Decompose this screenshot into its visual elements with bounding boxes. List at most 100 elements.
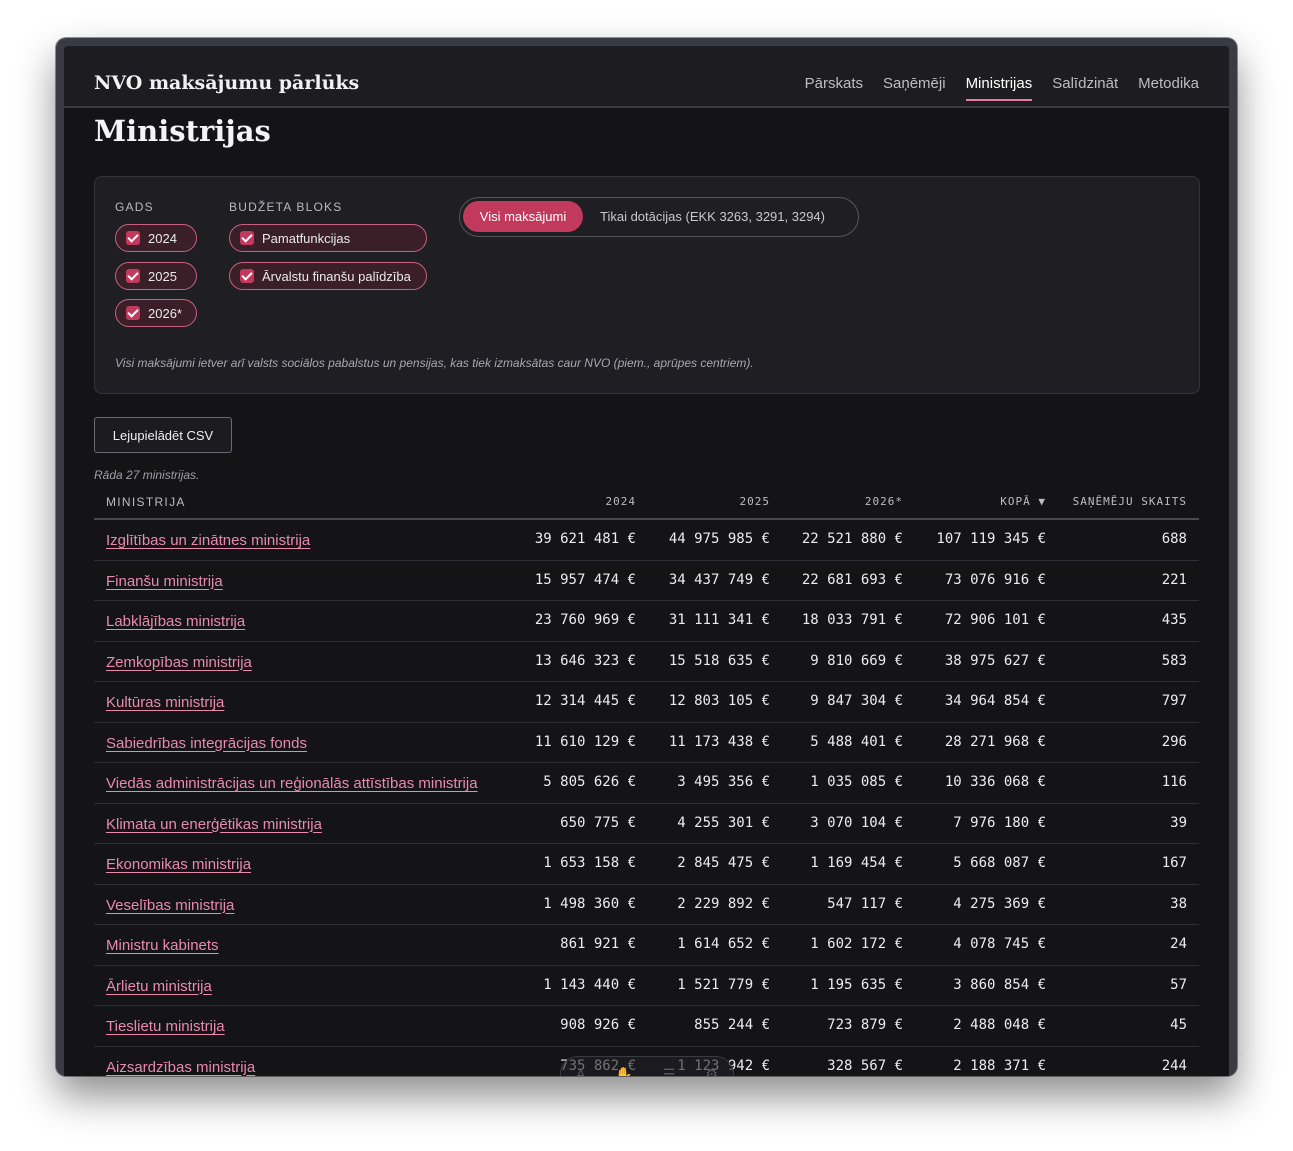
header-2026[interactable]: 2026* [865,495,903,508]
value-2025: 2 845 475 € [677,855,770,871]
brand-title[interactable]: NVO maksājumu pārlūks [94,72,359,94]
table-row: Sabiedrības integrācijas fonds 11 610 129… [94,723,1199,763]
nav-sanemeji[interactable]: Saņēmēji [883,75,946,96]
settings-icon[interactable]: ⚙ [705,1066,718,1077]
value-2024: 1 653 158 € [543,855,636,871]
year-chip-2024[interactable]: 2024 [115,224,197,252]
ministry-link[interactable]: Ekonomikas ministrija [106,856,251,873]
year-chip-2025[interactable]: 2025 [115,262,197,290]
checkbox-checked-icon [126,269,140,283]
recipient-count: 296 [1161,733,1187,750]
budget-chip-arvalstu[interactable]: Ārvalstu finanšu palīdzība [229,262,427,290]
value-2025: 2 229 892 € [677,895,770,912]
value-total: 2 188 371 € [953,1057,1046,1074]
header-2024[interactable]: 2024 [606,495,637,508]
value-2024: 39 621 481 € [534,531,636,547]
recipient-count: 39 [1170,814,1187,831]
ministry-link[interactable]: Klimata un enerģētikas ministrija [106,816,322,833]
app-screen: NVO maksājumu pārlūks Pārskats Saņēmēji … [64,46,1229,1076]
ministry-link[interactable]: Izglītības un zinātnes ministrija [106,532,310,549]
floating-toolbar: A ✋ ☰ ⚙ [560,1056,734,1076]
checkbox-checked-icon [126,231,140,245]
value-2026: 1 602 172 € [810,936,903,952]
value-2024: 13 646 323 € [534,652,636,669]
top-navigation-bar: NVO maksājumu pārlūks Pārskats Saņēmēji … [64,46,1229,108]
ministry-link[interactable]: Labklājības ministrija [106,613,245,630]
nav-metodika[interactable]: Metodika [1138,75,1199,96]
recipient-count: 24 [1170,936,1187,952]
value-2025: 11 173 438 € [668,733,770,750]
ministry-link[interactable]: Aizsardzības ministrija [106,1059,255,1076]
table-row: Labklājības ministrija 23 760 969 € 31 111… [94,601,1199,642]
nav-parskats[interactable]: Pārskats [805,75,863,96]
table-header: MINISTRIJA 2024 2025 2026* KOPĀ ▼ SAŅĒMĒ… [94,484,1199,520]
toggle-all-payments[interactable]: Visi maksājumi [463,201,583,232]
value-2025: 31 111 341 € [668,612,770,628]
text-icon[interactable]: A [576,1066,585,1076]
value-2026: 18 033 791 € [801,612,903,628]
recipient-count: 38 [1170,895,1187,912]
nav-ministrijas[interactable]: Ministrijas [965,75,1032,101]
browser-window: NVO maksājumu pārlūks Pārskats Saņēmēji … [56,38,1237,1076]
header-ministrija[interactable]: MINISTRIJA [106,495,186,509]
budget-chip-pamatfunkcijas[interactable]: Pamatfunkcijas [229,224,427,252]
header-2025[interactable]: 2025 [740,495,771,508]
recipient-count: 688 [1161,531,1187,547]
budget-label: BUDŽETA BLOKS [229,200,343,214]
ministry-link[interactable]: Kultūras ministrija [106,694,224,711]
ministry-link[interactable]: Veselības ministrija [106,897,234,914]
value-2025: 15 518 635 € [668,652,770,669]
checkbox-checked-icon [240,231,254,245]
header-kopa[interactable]: KOPĀ ▼ [1000,495,1046,508]
value-total: 34 964 854 € [944,693,1046,709]
hand-icon[interactable]: ✋ [615,1066,632,1077]
budget-chip-label: Ārvalstu finanšu palīdzība [262,268,411,284]
value-total: 3 860 854 € [953,976,1046,993]
value-total: 7 976 180 € [953,814,1046,831]
table-row: Viedās administrācijas un reģionālās att… [94,763,1199,804]
value-2025: 1 521 779 € [677,976,770,993]
value-2024: 23 760 969 € [534,612,636,628]
value-2025: 1 614 652 € [677,936,770,952]
value-total: 72 906 101 € [944,612,1046,628]
value-2024: 12 314 445 € [534,693,636,709]
ministry-link[interactable]: Ārlietu ministrija [106,978,212,995]
ministry-link[interactable]: Viedās administrācijas un reģionālās att… [106,775,478,792]
value-total: 10 336 068 € [944,774,1046,790]
year-chip-label: 2024 [148,230,177,246]
value-2026: 9 847 304 € [810,693,903,709]
value-2025: 44 975 985 € [668,531,770,547]
value-total: 2 488 048 € [953,1017,1046,1033]
year-chip-2026[interactable]: 2026* [115,299,197,327]
recipient-count: 244 [1161,1057,1187,1074]
value-2025: 855 244 € [694,1017,770,1033]
recipient-count: 45 [1170,1017,1187,1033]
value-2024: 1 143 440 € [543,976,636,993]
table-row: Veselības ministrija 1 498 360 € 2 229 892… [94,885,1199,925]
ministries-table: MINISTRIJA 2024 2025 2026* KOPĀ ▼ SAŅĒMĒ… [94,484,1199,1076]
value-2024: 908 926 € [560,1017,636,1033]
nav-salidzinat[interactable]: Salīdzināt [1052,75,1118,96]
value-2026: 1 195 635 € [810,976,903,993]
menu-icon[interactable]: ☰ [663,1066,676,1077]
value-total: 4 275 369 € [953,895,1046,912]
toggle-grants-only[interactable]: Tikai dotācijas (EKK 3263, 3291, 3294) [600,198,825,235]
table-row: Finanšu ministrija 15 957 474 € 34 437 749… [94,561,1199,601]
budget-chip-label: Pamatfunkcijas [262,230,351,246]
table-row: Zemkopības ministrija 13 646 323 € 15 518 … [94,642,1199,682]
download-csv-button[interactable]: Lejupielādēt CSV [94,417,232,453]
value-2025: 4 255 301 € [677,814,770,831]
value-total: 38 975 627 € [944,652,1046,669]
ministry-link[interactable]: Sabiedrības integrācijas fonds [106,735,307,752]
ministry-link[interactable]: Finanšu ministrija [106,573,223,590]
recipient-count: 221 [1161,571,1187,588]
ministry-link[interactable]: Ministru kabinets [106,937,219,954]
value-2026: 3 070 104 € [810,814,903,831]
table-row: Ārlietu ministrija 1 143 440 € 1 521 779 €… [94,966,1199,1006]
ministry-link[interactable]: Tieslietu ministrija [106,1018,225,1035]
header-sanemeju-skaits[interactable]: SAŅĒMĒJU SKAITS [1073,495,1187,508]
table-row: Kultūras ministrija 12 314 445 € 12 803 10… [94,682,1199,723]
filter-note: Visi maksājumi ietver arī valsts sociālo… [115,356,754,370]
value-2024: 5 805 626 € [543,774,636,790]
ministry-link[interactable]: Zemkopības ministrija [106,654,252,671]
